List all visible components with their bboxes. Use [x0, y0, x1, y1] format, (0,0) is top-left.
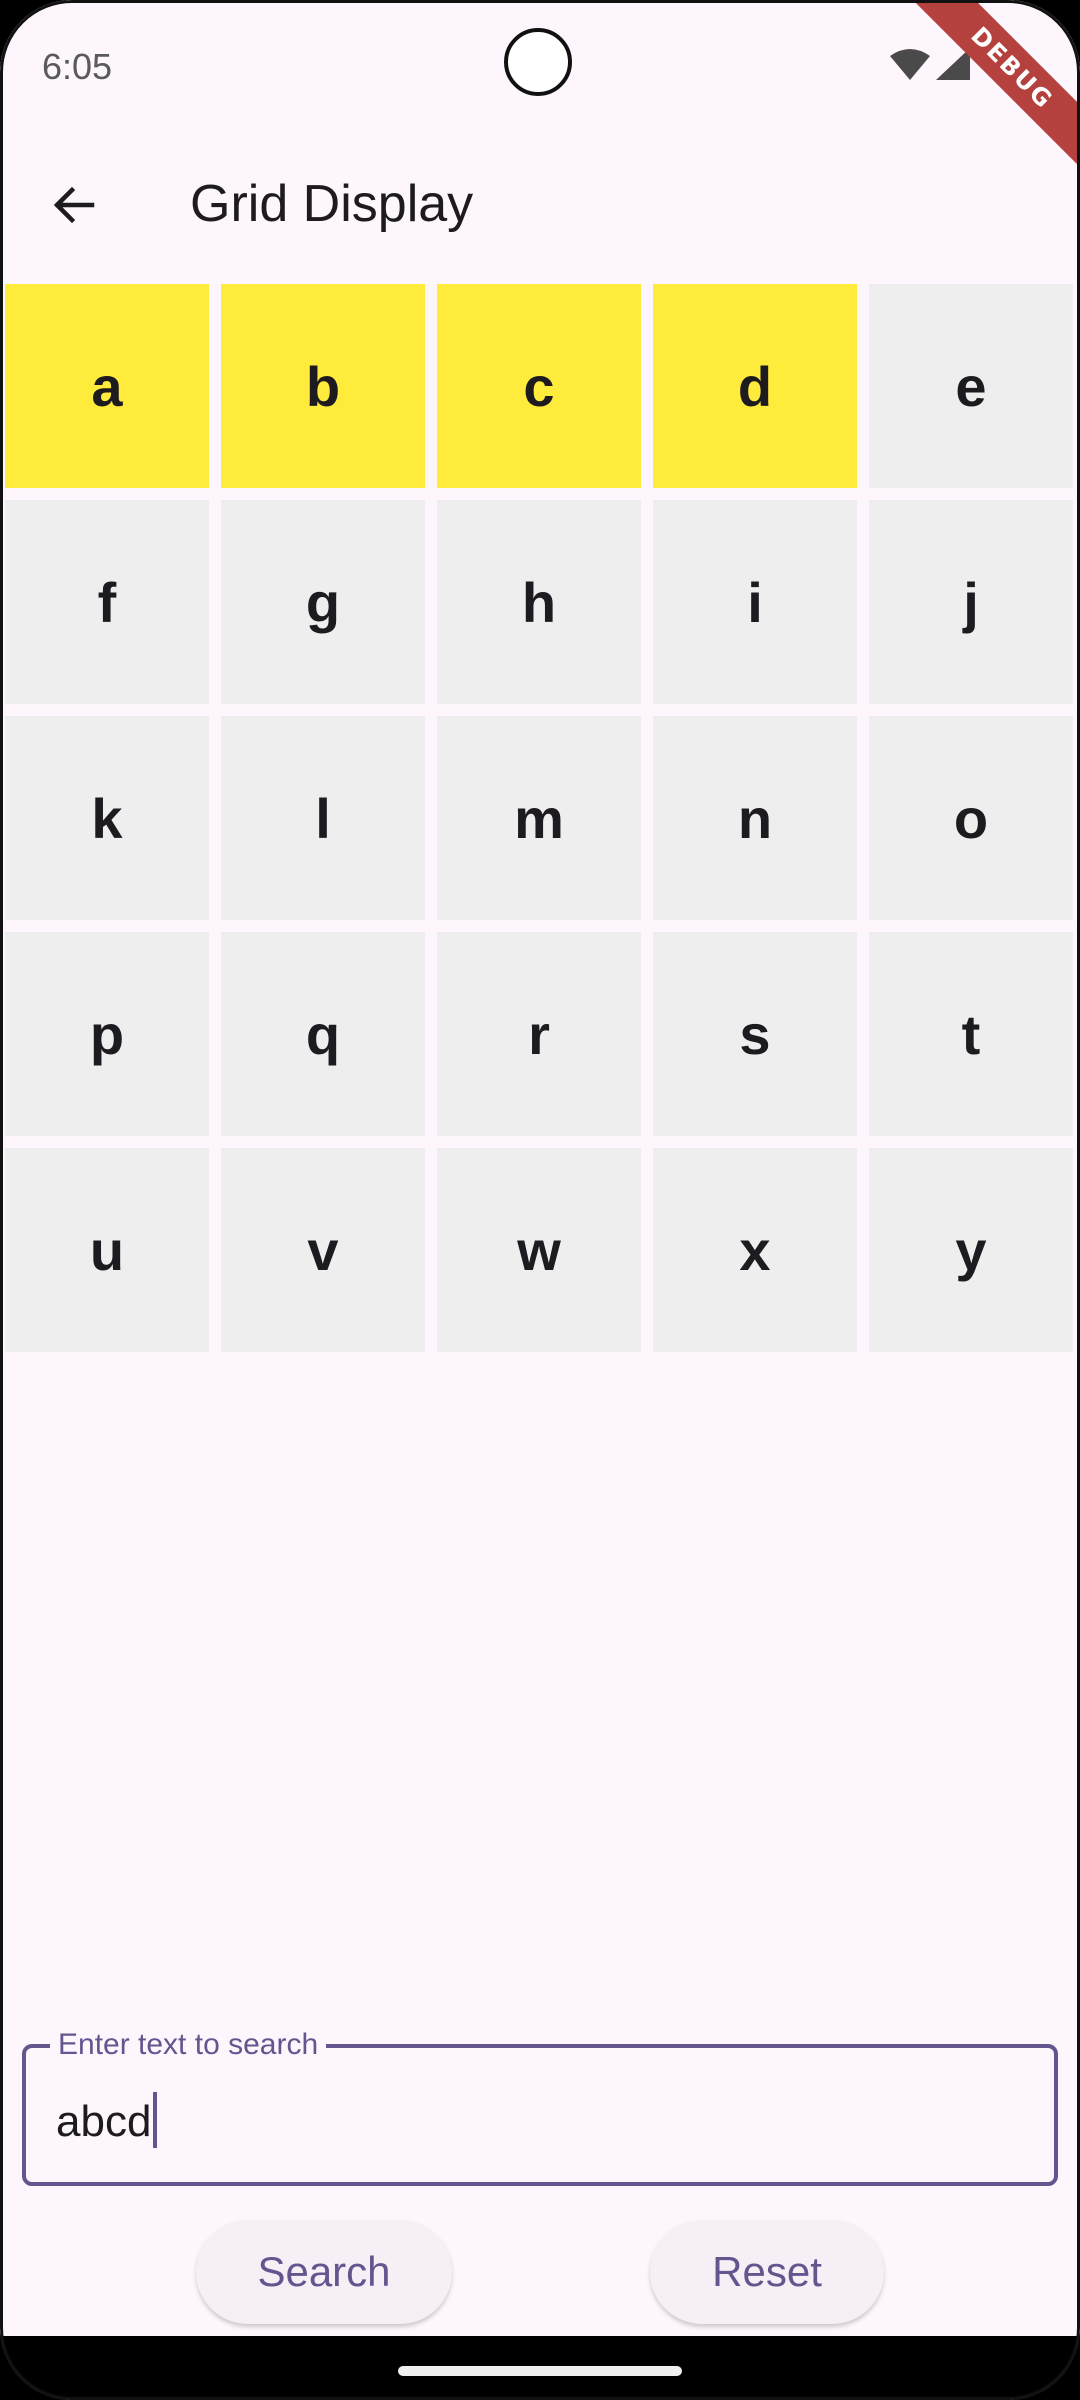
search-input-value: abcd: [56, 2092, 158, 2148]
grid-cell-g[interactable]: g: [221, 500, 425, 704]
grid-cell-t[interactable]: t: [869, 932, 1073, 1136]
letter-grid: abcde fghij klmno pqrst uvwxy: [5, 284, 1075, 1352]
grid-cell-y[interactable]: y: [869, 1148, 1073, 1352]
grid-cell-o[interactable]: o: [869, 716, 1073, 920]
grid-cell-j[interactable]: j: [869, 500, 1073, 704]
arrow-back-icon: [53, 186, 95, 224]
grid-cell-m[interactable]: m: [437, 716, 641, 920]
grid-cell-c[interactable]: c: [437, 284, 641, 488]
grid-cell-q[interactable]: q: [221, 932, 425, 1136]
grid-cell-f[interactable]: f: [5, 500, 209, 704]
search-field-label: Enter text to search: [50, 2028, 327, 2062]
page-title: Grid Display: [190, 175, 474, 233]
status-bar: 6:05: [0, 0, 1080, 130]
search-button[interactable]: Search: [196, 2220, 452, 2324]
back-button[interactable]: [32, 172, 116, 238]
grid-cell-x[interactable]: x: [653, 1148, 857, 1352]
search-input-text: abcd: [56, 2097, 152, 2146]
grid-cell-i[interactable]: i: [653, 500, 857, 704]
grid-cell-r[interactable]: r: [437, 932, 641, 1136]
grid-cell-n[interactable]: n: [653, 716, 857, 920]
grid-cell-p[interactable]: p: [5, 932, 209, 1136]
phone-screen: 6:05 DEBUG Grid Display abcdefghijklmnop…: [0, 0, 1080, 2400]
camera-cutout: [504, 28, 572, 96]
search-field[interactable]: Enter text to search abcd: [22, 2028, 1058, 2186]
signal-icon: [936, 48, 970, 80]
app-bar: Grid Display: [0, 150, 1080, 260]
grid-cell-d[interactable]: d: [653, 284, 857, 488]
grid-cell-a[interactable]: a: [5, 284, 209, 488]
navigation-bar: [0, 2336, 1080, 2400]
grid-cell-l[interactable]: l: [221, 716, 425, 920]
grid-cell-w[interactable]: w: [437, 1148, 641, 1352]
text-caret: [153, 2092, 158, 2148]
grid-cell-b[interactable]: b: [221, 284, 425, 488]
grid-cell-k[interactable]: k: [5, 716, 209, 920]
wifi-icon: [890, 49, 930, 80]
status-time: 6:05: [42, 46, 113, 87]
grid-cell-u[interactable]: u: [5, 1148, 209, 1352]
home-indicator[interactable]: [398, 2366, 682, 2376]
reset-button[interactable]: Reset: [650, 2220, 884, 2324]
grid-cell-v[interactable]: v: [221, 1148, 425, 1352]
grid-cell-s[interactable]: s: [653, 932, 857, 1136]
grid-cell-e[interactable]: e: [869, 284, 1073, 488]
grid-cell-h[interactable]: h: [437, 500, 641, 704]
